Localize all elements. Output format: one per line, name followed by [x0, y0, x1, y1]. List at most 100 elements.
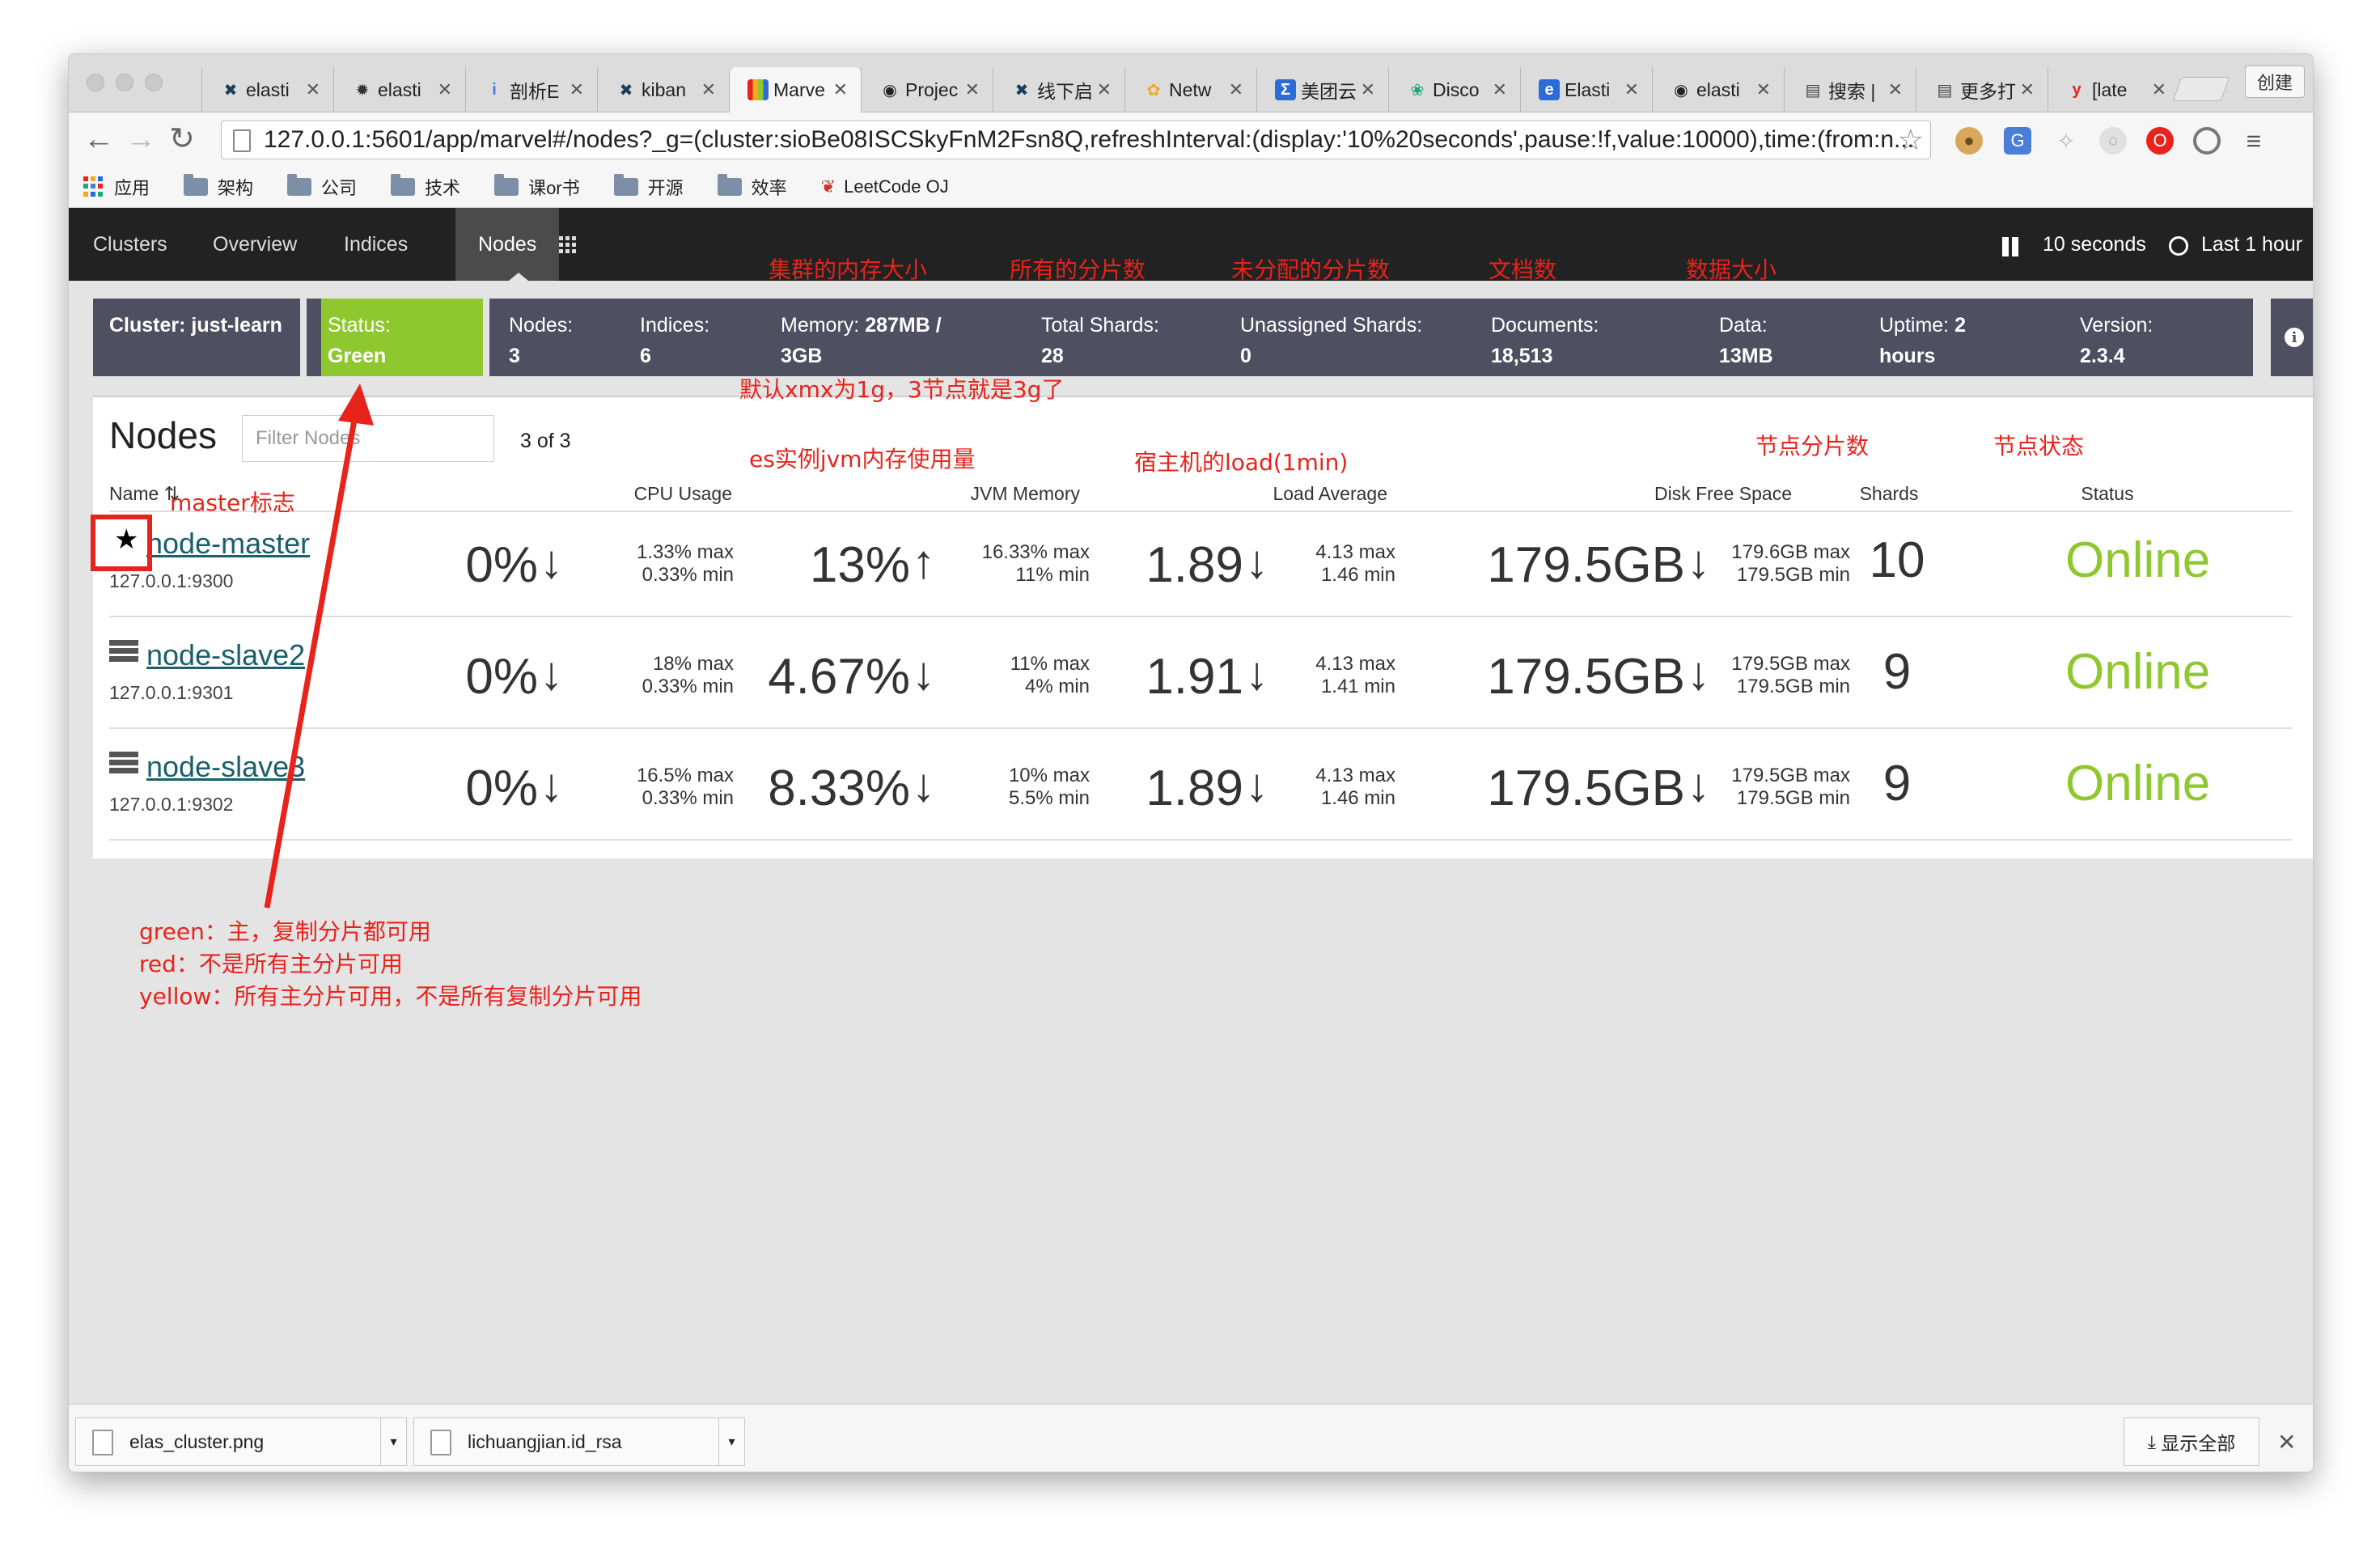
browser-tab[interactable]: ✹ elasti ✕	[333, 67, 465, 112]
minimize-window-button[interactable]	[116, 74, 133, 91]
show-all-downloads-button[interactable]: ⤓ 显示全部	[2124, 1417, 2259, 1466]
bookmark-item[interactable]: 效率	[717, 173, 787, 200]
disk-value: 179.5GB	[1487, 649, 1685, 705]
version: Version: 2.3.4	[2080, 314, 2153, 367]
pause-icon[interactable]	[2012, 237, 2018, 256]
close-tab-icon[interactable]: ✕	[965, 79, 980, 100]
nav-overview[interactable]: Overview	[213, 208, 297, 281]
opera-extension-icon[interactable]: O	[2146, 127, 2174, 155]
bookmark-item[interactable]: ❦ LeetCode OJ	[821, 176, 949, 197]
node-name-link[interactable]: node-slave2	[146, 638, 305, 672]
browser-tab[interactable]: ❀ Disco ✕	[1388, 67, 1520, 112]
extension-icon[interactable]: ○	[2099, 127, 2127, 155]
close-tab-icon[interactable]: ✕	[1097, 79, 1112, 100]
bookmark-item[interactable]: 开源	[613, 173, 684, 200]
nav-indices[interactable]: Indices	[344, 208, 408, 281]
cluster-name: Cluster: just-learn	[109, 314, 282, 337]
col-disk[interactable]: Disk Free Space	[1517, 483, 1792, 505]
bookmark-label: LeetCode OJ	[844, 176, 949, 197]
close-downloads-icon[interactable]: ✕	[2277, 1429, 2296, 1455]
close-window-button[interactable]	[87, 74, 104, 91]
col-name[interactable]: Name ⇅	[109, 483, 180, 505]
browser-tab[interactable]: ◉ elasti ✕	[1652, 67, 1784, 112]
bookmark-star-icon[interactable]: ☆	[1898, 123, 1924, 157]
browser-tab[interactable]: ✖ elasti ✕	[201, 67, 333, 112]
browser-tab[interactable]: e Elasti ✕	[1520, 67, 1652, 112]
kibana-page: Clusters Overview Indices Nodes 10 secon…	[69, 208, 2313, 1404]
tab-title: elasti	[378, 78, 421, 100]
profile-button[interactable]: 创建	[2245, 66, 2305, 98]
bookmark-label: 技术	[425, 177, 461, 198]
pause-icon[interactable]	[2002, 237, 2009, 256]
jvm-range: 10% max 5.5% min	[1008, 765, 1090, 809]
info-button[interactable]: i	[2271, 299, 2313, 376]
browser-tab[interactable]: ◉ Projec ✕	[861, 67, 993, 112]
close-tab-icon[interactable]: ✕	[1229, 79, 1243, 100]
bookmark-item[interactable]: 应用	[83, 174, 150, 200]
browser-tab[interactable]: Σ 美团云 ✕	[1256, 67, 1388, 112]
col-shards[interactable]: Shards	[1816, 483, 1962, 505]
extension-icon[interactable]	[2193, 127, 2221, 155]
close-tab-icon[interactable]: ✕	[1756, 79, 1771, 100]
nav-nodes[interactable]: Nodes	[455, 208, 560, 281]
browser-tab[interactable]: ✖ kiban ✕	[597, 67, 729, 112]
zoom-window-button[interactable]	[145, 74, 163, 91]
close-tab-icon[interactable]: ✕	[701, 79, 716, 100]
node-name-link[interactable]: node-slave3	[146, 750, 305, 784]
browser-tab[interactable]: ▤ 更多打 ✕	[1916, 67, 2048, 112]
chevron-down-icon[interactable]: ▾	[380, 1418, 406, 1465]
node-name-link[interactable]: node-master	[146, 527, 310, 561]
browser-tab[interactable]: ✿ Netw ✕	[1124, 67, 1256, 112]
address-bar[interactable]: 127.0.0.1:5601/app/marvel#/nodes?_g=(clu…	[221, 121, 1931, 159]
close-tab-icon[interactable]: ✕	[1361, 79, 1375, 100]
book-icon: ▤	[1805, 81, 1821, 100]
col-status[interactable]: Status	[2026, 483, 2188, 505]
close-tab-icon[interactable]: ✕	[1493, 79, 1507, 100]
indices-count: Indices: 6	[640, 314, 710, 367]
download-item[interactable]: lichuangjian.id_rsa ▾	[413, 1417, 745, 1466]
browser-tab[interactable]: i 剖析E ✕	[465, 67, 597, 112]
browser-tab[interactable]: y [late ✕	[2048, 67, 2179, 112]
apps-grid-icon[interactable]	[559, 236, 577, 253]
trend-down-icon: ↓	[540, 647, 563, 700]
close-tab-icon[interactable]: ✕	[1624, 79, 1639, 100]
browser-tab[interactable]: ✖ 线下启 ✕	[993, 67, 1124, 112]
browser-tab[interactable]: ▤ 搜索 | ✕	[1784, 67, 1916, 112]
col-cpu[interactable]: CPU Usage	[530, 483, 732, 505]
close-tab-icon[interactable]: ✕	[2020, 79, 2035, 100]
load-range: 4.13 max 1.41 min	[1315, 653, 1395, 697]
extension-icon[interactable]: ✧	[2052, 127, 2080, 155]
annotation-load: 宿主机的load(1min)	[1134, 449, 1349, 476]
menu-icon[interactable]: ≡	[2240, 126, 2268, 155]
filter-nodes-input[interactable]: Filter Nodes	[242, 415, 494, 462]
nav-clusters[interactable]: Clusters	[93, 208, 167, 281]
refresh-interval[interactable]: 10 seconds	[2043, 208, 2146, 281]
folder-icon	[184, 173, 209, 196]
close-tab-icon[interactable]: ✕	[570, 79, 584, 100]
annotation-node-shards: 节点分片数	[1755, 433, 1870, 460]
download-item[interactable]: elas_cluster.png ▾	[75, 1417, 407, 1466]
translate-extension-icon[interactable]: G	[2004, 127, 2031, 155]
close-tab-icon[interactable]: ✕	[2152, 79, 2166, 100]
folder-icon	[613, 173, 638, 196]
back-icon[interactable]: ←	[83, 124, 114, 155]
github-icon: ◉	[883, 81, 897, 100]
close-tab-icon[interactable]: ✕	[833, 79, 848, 100]
reload-icon[interactable]: ↻	[169, 124, 195, 155]
col-jvm[interactable]: JVM Memory	[870, 483, 1080, 505]
col-load[interactable]: Load Average	[1145, 483, 1387, 505]
forward-icon[interactable]: →	[125, 124, 156, 155]
browser-tab[interactable]: Marve ✕	[729, 67, 861, 112]
bookmark-item[interactable]: 课or书	[494, 173, 580, 200]
new-tab-button[interactable]	[2172, 77, 2230, 101]
time-range[interactable]: Last 1 hour	[2201, 208, 2302, 281]
close-tab-icon[interactable]: ✕	[1888, 79, 1903, 100]
bookmark-item[interactable]: 公司	[287, 173, 357, 200]
bookmark-item[interactable]: 技术	[391, 173, 461, 200]
bookmark-item[interactable]: 架构	[184, 173, 253, 200]
chevron-down-icon[interactable]: ▾	[718, 1418, 744, 1465]
close-tab-icon[interactable]: ✕	[306, 79, 320, 100]
close-tab-icon[interactable]: ✕	[438, 79, 452, 100]
cookie-extension-icon[interactable]: ●	[1955, 127, 1983, 155]
sigma-icon: Σ	[1275, 79, 1296, 100]
